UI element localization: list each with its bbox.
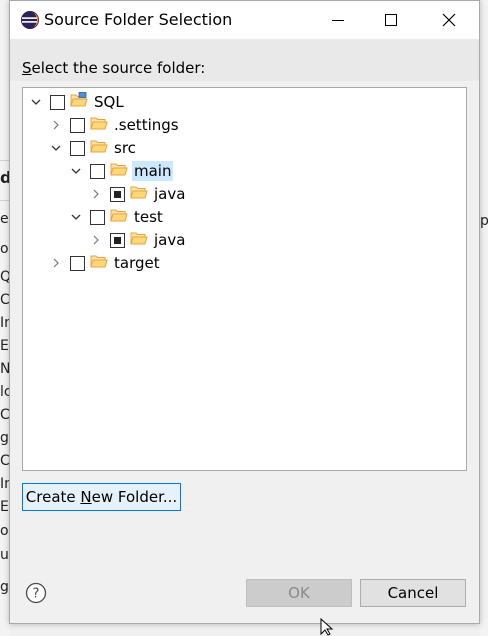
folder-icon (105, 207, 128, 227)
folder-icon (105, 161, 128, 181)
tree-item[interactable]: SQL (29, 91, 126, 113)
maximize-icon (385, 14, 397, 26)
mouse-cursor-icon (320, 618, 334, 636)
tree-item-label: .settings (114, 116, 179, 134)
background-text: g (0, 579, 9, 595)
tree-item-checkbox[interactable] (110, 186, 125, 202)
create-button-text: Create (25, 488, 81, 506)
eclipse-icon (21, 11, 39, 29)
chevron-down-icon[interactable] (69, 164, 83, 178)
background-text: e (0, 211, 9, 227)
tree-item-checkbox[interactable] (70, 255, 85, 271)
background-text: pe (480, 213, 488, 229)
tree-item-checkbox[interactable] (90, 209, 105, 225)
chevron-right-icon[interactable] (49, 256, 63, 270)
background-text: d (0, 168, 9, 187)
tree-item-label: main (132, 161, 174, 181)
background-text: lc (0, 384, 9, 400)
minimize-button[interactable] (309, 1, 367, 39)
tree-item[interactable]: main (69, 160, 174, 182)
folder-icon (85, 115, 108, 135)
minimize-icon (332, 20, 344, 21)
create-new-folder-button[interactable]: Create New Folder... (22, 483, 181, 511)
tree-item[interactable]: java (89, 229, 187, 251)
chevron-down-icon[interactable] (49, 141, 63, 155)
chevron-right-icon[interactable] (49, 118, 63, 132)
ok-button[interactable]: OK (246, 579, 352, 607)
chevron-down-icon[interactable] (29, 95, 43, 109)
background-text: E (0, 338, 9, 354)
svg-text:?: ? (33, 587, 40, 602)
title-bar[interactable]: Source Folder Selection (10, 1, 479, 39)
cancel-button[interactable]: Cancel (360, 579, 466, 607)
dialog-title: Source Folder Selection (44, 10, 233, 29)
tree-item-label: src (114, 139, 136, 157)
tree-item-label: test (134, 208, 163, 226)
help-icon[interactable]: ? (25, 582, 47, 604)
tree-item-label: target (114, 254, 160, 272)
tree-item[interactable]: test (69, 206, 165, 228)
create-button-text: ew Folder... (91, 488, 178, 506)
tree-item-checkbox[interactable] (70, 117, 85, 133)
background-text: u (0, 547, 9, 563)
tree-item-checkbox[interactable] (90, 163, 105, 179)
chevron-right-icon[interactable] (89, 233, 103, 247)
background-text: N (0, 361, 9, 377)
background-text: C (0, 407, 9, 423)
tree-item-checkbox[interactable] (70, 140, 85, 156)
chevron-right-icon[interactable] (89, 187, 103, 201)
background-window-left: d e ol QL C In E N lc C gL C In E o u g (0, 0, 9, 636)
tree-item[interactable]: target (49, 252, 162, 274)
background-text: ol (0, 241, 9, 257)
background-text: E (0, 499, 9, 515)
background-text: C (0, 292, 9, 308)
background-text: QL (0, 269, 9, 285)
folder-icon (85, 253, 108, 273)
background-text: C (0, 453, 9, 469)
folder-icon (125, 184, 148, 204)
close-icon (442, 13, 456, 27)
tree-item-label: SQL (94, 93, 124, 111)
chevron-down-icon[interactable] (69, 210, 83, 224)
background-window-right: pe (480, 0, 488, 636)
background-text: o (0, 523, 9, 539)
prompt-mnemonic: S (22, 59, 32, 77)
background-text: gL (0, 430, 9, 446)
project-icon (65, 92, 88, 112)
close-button[interactable] (420, 1, 478, 39)
create-button-mnemonic: N (80, 488, 92, 506)
maximize-button[interactable] (362, 1, 420, 39)
tree-item[interactable]: java (89, 183, 187, 205)
folder-icon (125, 230, 148, 250)
tree-item-checkbox[interactable] (50, 94, 65, 110)
tree-item-label: java (154, 185, 186, 203)
tree-item-label: java (154, 231, 186, 249)
tree-item[interactable]: .settings (49, 114, 181, 136)
tree-item-checkbox[interactable] (110, 232, 125, 248)
background-text: In (0, 476, 9, 492)
folder-icon (85, 138, 108, 158)
background-text: In (0, 315, 9, 331)
prompt-text: elect the source folder: (31, 59, 206, 77)
prompt-label: Select the source folder: (22, 58, 205, 78)
tree-item[interactable]: src (49, 137, 138, 159)
folder-tree[interactable]: SQL .settings src main java test java target (22, 87, 467, 471)
source-folder-dialog: Source Folder Selection Select the sourc… (9, 0, 480, 624)
